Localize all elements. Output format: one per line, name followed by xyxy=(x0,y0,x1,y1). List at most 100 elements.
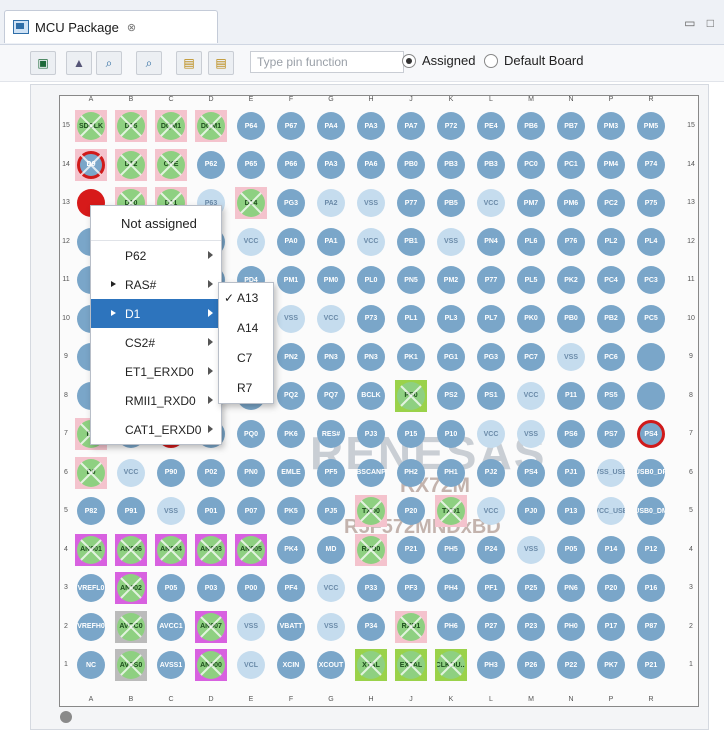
pin-r9[interactable] xyxy=(635,341,667,373)
pin-k3[interactable]: PH4 xyxy=(435,572,467,604)
pin-h3[interactable]: P33 xyxy=(355,572,387,604)
pin-p14[interactable]: PM4 xyxy=(595,149,627,181)
pin-g9[interactable]: PN3 xyxy=(315,341,347,373)
pin-g8[interactable]: PQ7 xyxy=(315,380,347,412)
pin-p1[interactable]: PK7 xyxy=(595,649,627,681)
pin-l5[interactable]: VCC xyxy=(475,495,507,527)
menu-item-p62[interactable]: P62 xyxy=(91,241,221,270)
submenu-item-c7[interactable]: C7 xyxy=(219,343,273,373)
pin-m3[interactable]: P25 xyxy=(515,572,547,604)
pin-h11[interactable]: PL0 xyxy=(355,264,387,296)
pin-l15[interactable]: PE4 xyxy=(475,110,507,142)
pin-m15[interactable]: PB6 xyxy=(515,110,547,142)
pin-e5[interactable]: P07 xyxy=(235,495,267,527)
default-board-radio-dot[interactable] xyxy=(484,53,498,68)
pin-p6[interactable]: VSS_USB xyxy=(595,457,627,489)
pin-function-search-input[interactable] xyxy=(250,51,404,73)
pin-r8[interactable] xyxy=(635,380,667,412)
pin-j4[interactable]: P21 xyxy=(395,534,427,566)
menu-item-et1-erxd0[interactable]: ET1_ERXD0 xyxy=(91,357,221,386)
pin-c14[interactable]: CKE xyxy=(155,148,187,181)
pin-n12[interactable]: P76 xyxy=(555,226,587,258)
pin-n10[interactable]: PB0 xyxy=(555,303,587,335)
pin-c6[interactable]: P90 xyxy=(155,457,187,489)
pin-f11[interactable]: PM1 xyxy=(275,264,307,296)
pin-l10[interactable]: PL7 xyxy=(475,303,507,335)
pin-b15[interactable]: D15 xyxy=(115,110,147,142)
pin-h7[interactable]: PJ3 xyxy=(355,418,387,450)
pin-p4[interactable]: P14 xyxy=(595,534,627,566)
pin-f1[interactable]: XCIN xyxy=(275,649,307,681)
pin-j7[interactable]: P15 xyxy=(395,418,427,450)
pin-j12[interactable]: PB1 xyxy=(395,226,427,258)
pin-m9[interactable]: PC7 xyxy=(515,341,547,373)
pin-a2[interactable]: VREFH0 xyxy=(75,611,107,643)
pin-f8[interactable]: PQ2 xyxy=(275,380,307,412)
pin-f6[interactable]: EMLE xyxy=(275,457,307,489)
pin-r6[interactable]: USB0_DP xyxy=(635,457,667,489)
pin-g5[interactable]: PJ5 xyxy=(315,495,347,527)
pin-j8[interactable]: PS0 xyxy=(395,379,427,412)
pin-n15[interactable]: PB7 xyxy=(555,110,587,142)
pin-g11[interactable]: PM0 xyxy=(315,264,347,296)
pin-p12[interactable]: PL2 xyxy=(595,226,627,258)
pin-e15[interactable]: P64 xyxy=(235,110,267,142)
pin-f12[interactable]: PA0 xyxy=(275,226,307,258)
pin-m8[interactable]: VCC xyxy=(515,380,547,412)
pin-c4[interactable]: AN004 xyxy=(155,533,187,566)
pin-k7[interactable]: P10 xyxy=(435,418,467,450)
pin-c15[interactable]: DQM1 xyxy=(155,110,187,142)
pin-k2[interactable]: PH6 xyxy=(435,611,467,643)
pin-e2[interactable]: VSS xyxy=(235,611,267,643)
pin-n3[interactable]: PN6 xyxy=(555,572,587,604)
pin-n2[interactable]: PH0 xyxy=(555,611,587,643)
pin-g7[interactable]: RES# xyxy=(315,418,347,450)
pin-r5[interactable]: USB0_DM xyxy=(635,495,667,527)
pin-g2[interactable]: VSS xyxy=(315,611,347,643)
menu-item-cs2[interactable]: CS2# xyxy=(91,328,221,357)
pin-a1[interactable]: NC xyxy=(75,649,107,681)
pin-f10[interactable]: VSS xyxy=(275,303,307,335)
pin-j9[interactable]: PK1 xyxy=(395,341,427,373)
pin-d2[interactable]: AN007 xyxy=(195,610,227,643)
pin-a3[interactable]: VREFL0 xyxy=(75,572,107,604)
pin-k6[interactable]: PH1 xyxy=(435,457,467,489)
default-board-radio[interactable]: Default Board xyxy=(484,53,584,68)
pin-j13[interactable]: P77 xyxy=(395,187,427,219)
pin-h2[interactable]: P34 xyxy=(355,611,387,643)
pin-k8[interactable]: PS2 xyxy=(435,380,467,412)
pin-c1[interactable]: AVSS1 xyxy=(155,649,187,681)
pin-k1[interactable]: CLKOU... xyxy=(435,649,467,681)
pin-p15[interactable]: PM3 xyxy=(595,110,627,142)
menu-item-cat1-erxd0[interactable]: CAT1_ERXD0 xyxy=(91,415,221,444)
pin-a6[interactable]: D0 xyxy=(75,456,107,489)
pin-h9[interactable]: PN3 xyxy=(355,341,387,373)
pin-p10[interactable]: PB2 xyxy=(595,303,627,335)
pin-d4[interactable]: AN003 xyxy=(195,533,227,566)
menu-item-d1[interactable]: D1 xyxy=(91,299,221,328)
pin-e7[interactable]: PQ0 xyxy=(235,418,267,450)
pin-h1[interactable]: XTAL xyxy=(355,649,387,681)
pin-h6[interactable]: BSCANP xyxy=(355,457,387,489)
pin-g6[interactable]: PF5 xyxy=(315,457,347,489)
pin-n9[interactable]: VSS xyxy=(555,341,587,373)
pin-d15[interactable]: DQM1 xyxy=(195,110,227,142)
pin-a14[interactable]: D9 xyxy=(75,148,107,181)
pin-k4[interactable]: PH5 xyxy=(435,534,467,566)
pin-h12[interactable]: VCC xyxy=(355,226,387,258)
pin-l1[interactable]: PH3 xyxy=(475,649,507,681)
pin-g12[interactable]: PA1 xyxy=(315,226,347,258)
pin-n13[interactable]: PM6 xyxy=(555,187,587,219)
pin-j2[interactable]: RXD1 xyxy=(395,610,427,643)
pin-m1[interactable]: P26 xyxy=(515,649,547,681)
pin-p9[interactable]: PC6 xyxy=(595,341,627,373)
pin-g3[interactable]: VCC xyxy=(315,572,347,604)
pin-a4[interactable]: AN001 xyxy=(75,533,107,566)
pin-e13[interactable]: D14 xyxy=(235,187,267,219)
pin-m12[interactable]: PL6 xyxy=(515,226,547,258)
submenu-item-a13[interactable]: ✓ A13 xyxy=(219,283,273,313)
pin-j1[interactable]: EXTAL xyxy=(395,649,427,681)
pin-e14[interactable]: P65 xyxy=(235,149,267,181)
pin-n8[interactable]: P11 xyxy=(555,380,587,412)
pin-l12[interactable]: PN4 xyxy=(475,226,507,258)
